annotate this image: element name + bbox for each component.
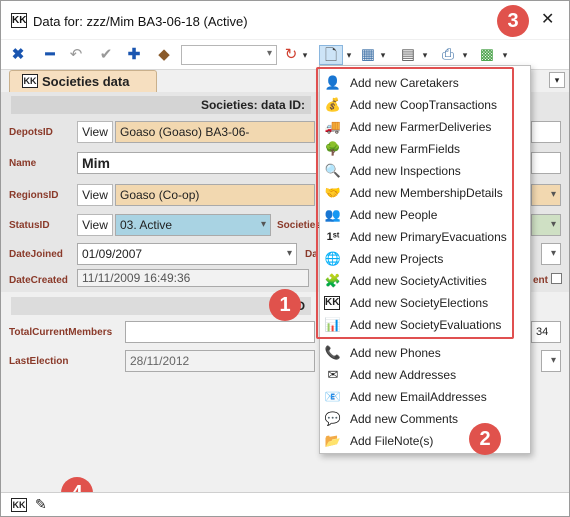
last-election-select[interactable]: ▾	[541, 350, 561, 372]
ent-checkbox[interactable]	[551, 273, 562, 284]
menu-item-comments[interactable]: 💬 Add new Comments	[320, 408, 530, 430]
table-icon[interactable]: ▦	[359, 45, 377, 65]
menu-item-addresses[interactable]: ✉ Add new Addresses	[320, 364, 530, 386]
kk-logo-icon[interactable]: KK	[11, 498, 27, 512]
name-value: Mim	[82, 155, 110, 171]
status-label: StatusID	[9, 220, 50, 231]
societies-side-label: Societies	[277, 220, 321, 231]
title-bar: KK Data for: zzz/Mim BA3-06-18 (Active) …	[1, 1, 569, 39]
chevron-down-icon: ▾	[260, 219, 266, 230]
total-members-side-value: 34	[536, 326, 549, 338]
regions-select-end[interactable]: ▾	[531, 184, 561, 206]
depots-view-button[interactable]: View	[77, 121, 113, 143]
tab-label: Societies data	[42, 74, 130, 89]
total-members-label: TotalCurrentMembers	[9, 327, 113, 338]
map-icon[interactable]: ▩	[477, 45, 497, 65]
tab-list-dropdown[interactable]: ▾	[549, 72, 565, 88]
refresh-dropdown-icon[interactable]: ▾	[301, 45, 309, 65]
chevron-down-icon: ▾	[550, 355, 556, 366]
total-members-field[interactable]	[125, 321, 315, 343]
menu-item-label: Add new EmailAddresses	[350, 390, 487, 404]
date-created-label: DateCreated	[9, 275, 68, 286]
tab-societies-data[interactable]: KK Societies data	[9, 70, 157, 92]
menu-item-emailaddresses[interactable]: 📧 Add new EmailAddresses	[320, 386, 530, 408]
report-icon[interactable]: ▤	[399, 45, 417, 65]
eraser-icon[interactable]: ◆	[155, 45, 173, 65]
record-selector-combo[interactable]: ▾	[181, 45, 277, 65]
regions-select[interactable]: Goaso (Co-op)	[115, 184, 315, 206]
table-dropdown-icon[interactable]: ▾	[379, 45, 387, 65]
delete-icon[interactable]: ━	[41, 45, 59, 65]
status-bar: KK ✎	[1, 492, 569, 516]
email-icon: 📧	[324, 389, 342, 404]
menu-highlight-box	[316, 67, 514, 339]
callout-1: 1	[269, 289, 301, 321]
date-side-select[interactable]: ▾	[541, 243, 561, 265]
status-value: 03. Active	[120, 218, 173, 232]
last-election-field[interactable]: 28/11/2012	[125, 350, 315, 372]
folder-icon: 📂	[324, 433, 342, 448]
chevron-down-icon: ▾	[266, 48, 272, 59]
date-joined-label: DateJoined	[9, 249, 63, 260]
comment-icon: 💬	[324, 411, 342, 426]
depots-select[interactable]: Goaso (Goaso) BA3-06-	[115, 121, 315, 143]
date-joined-value: 01/09/2007	[82, 247, 143, 261]
notes-pencil-icon[interactable]: ✎	[35, 496, 47, 513]
refresh-icon[interactable]: ↻	[283, 45, 299, 65]
mid-section-header: ID	[11, 297, 311, 315]
kk-logo-icon: KK	[22, 74, 38, 88]
print-icon[interactable]: ⎙	[439, 45, 457, 65]
name-label: Name	[9, 158, 37, 169]
menu-item-label: Add new Phones	[350, 346, 441, 360]
map-dropdown-icon[interactable]: ▾	[501, 45, 509, 65]
total-members-spinner[interactable]: 34	[531, 321, 561, 343]
menu-item-label: Add new Comments	[350, 412, 459, 426]
undo-icon[interactable]: ↶	[67, 45, 85, 65]
close-record-icon[interactable]: ✖	[9, 45, 27, 65]
callout-3: 3	[497, 5, 529, 37]
name-field[interactable]: Mim	[77, 152, 317, 174]
societies-side-select[interactable]: ▾	[531, 214, 561, 236]
report-dropdown-icon[interactable]: ▾	[421, 45, 429, 65]
close-button[interactable]: ✕	[541, 12, 554, 28]
status-view-button[interactable]: View	[77, 214, 113, 236]
name-extra-field[interactable]	[531, 152, 561, 174]
ent-side-label: ent	[533, 275, 548, 286]
phone-icon: 📞	[324, 345, 342, 360]
chevron-down-icon: ▾	[550, 219, 556, 230]
date-created-value: 11/11/2009 16:49:36	[82, 271, 191, 285]
section-header: Societies: data ID:	[11, 96, 311, 114]
new-document-icon[interactable]: 🗋	[319, 45, 343, 65]
window-title: Data for: zzz/Mim BA3-06-18 (Active)	[33, 14, 248, 29]
date-joined-field[interactable]: 01/09/2007 ▾	[77, 243, 297, 265]
new-document-dropdown-icon[interactable]: ▾	[345, 45, 353, 65]
last-election-value: 28/11/2012	[130, 354, 190, 368]
add-icon[interactable]: ✚	[125, 45, 143, 65]
envelope-icon: ✉	[327, 367, 339, 382]
chevron-down-icon: ▾	[550, 189, 556, 200]
app-window: KK Data for: zzz/Mim BA3-06-18 (Active) …	[0, 0, 570, 517]
save-check-icon[interactable]: ✔	[97, 45, 115, 65]
callout-2: 2	[469, 423, 501, 455]
calendar-dropdown-icon: ▾	[286, 248, 292, 259]
date-created-field: 11/11/2009 16:49:36	[77, 269, 309, 287]
depots-label: DepotsID	[9, 127, 53, 138]
last-election-label: LastElection	[9, 356, 69, 367]
menu-item-label: Add FileNote(s)	[350, 434, 434, 448]
chevron-down-icon: ▾	[550, 248, 556, 259]
menu-item-phones[interactable]: 📞 Add new Phones	[320, 342, 530, 364]
regions-view-button[interactable]: View	[77, 184, 113, 206]
regions-value: Goaso (Co-op)	[120, 188, 200, 202]
regions-label: RegionsID	[9, 190, 59, 201]
depots-value: Goaso (Goaso) BA3-06-	[120, 125, 250, 139]
menu-item-label: Add new Addresses	[350, 368, 457, 382]
print-dropdown-icon[interactable]: ▾	[461, 45, 469, 65]
app-logo-icon: KK	[11, 13, 27, 28]
status-select[interactable]: 03. Active ▾	[115, 214, 271, 236]
data-id-field[interactable]	[531, 121, 561, 143]
